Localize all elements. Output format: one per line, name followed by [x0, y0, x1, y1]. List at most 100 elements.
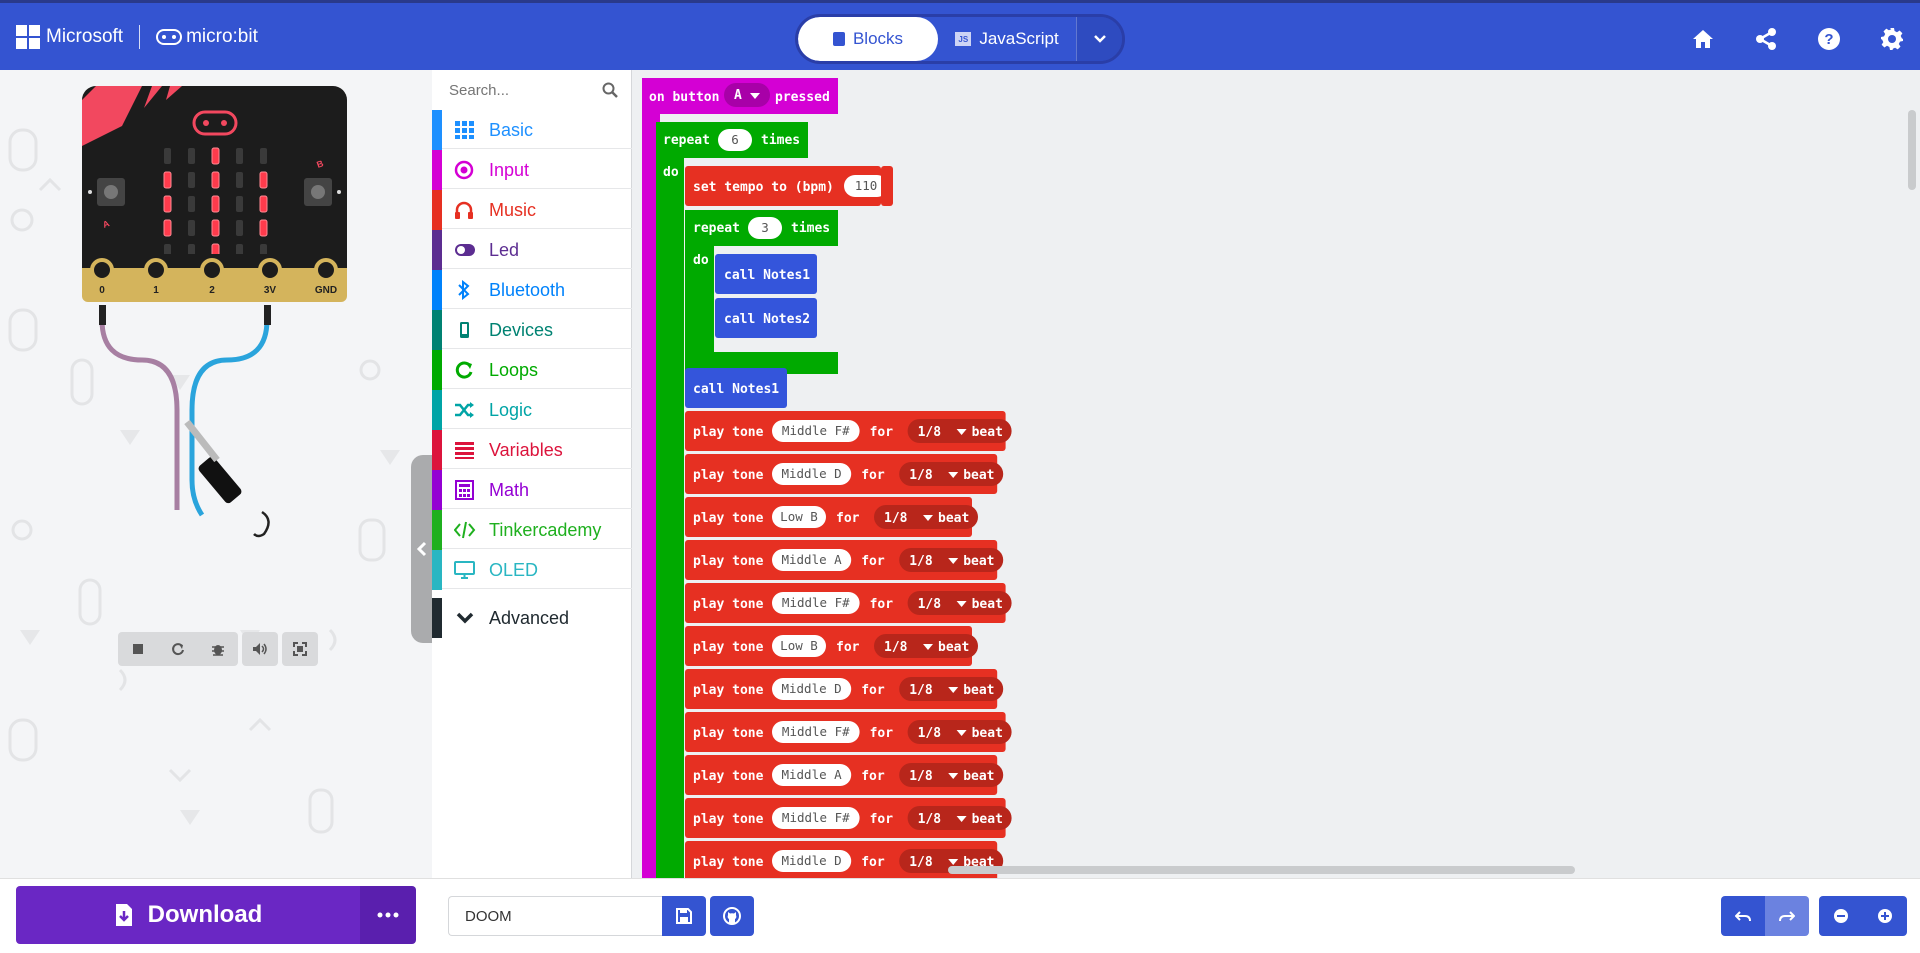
note-input[interactable]: Middle D [772, 463, 852, 485]
stop-button[interactable] [118, 632, 158, 666]
category-tinkercademy[interactable]: Tinkercademy [432, 510, 632, 550]
play-tone-block[interactable]: play tone Middle F# for 1/8 beat [685, 583, 1012, 623]
note-input[interactable]: Middle D [772, 678, 852, 700]
beat-value: 1/8 [909, 769, 933, 784]
category-label: Bluetooth [489, 280, 566, 300]
category-advanced[interactable]: Advanced [432, 598, 632, 638]
blocks-tab[interactable]: Blocks [798, 17, 938, 61]
beat-dropdown[interactable]: 1/8 beat [899, 548, 1004, 572]
search-input[interactable] [449, 81, 599, 99]
led-pixel [236, 220, 243, 236]
beat-dropdown[interactable]: 1/8 beat [907, 806, 1012, 830]
category-music[interactable]: Music [432, 190, 632, 230]
button-dropdown-bg [724, 83, 770, 107]
note-input[interactable]: Middle F# [772, 420, 860, 442]
blocks-workspace[interactable]: on button Apressed repeat 6 times do set tempo… [632, 70, 1920, 878]
brand[interactable]: Microsoft micro:bit [16, 25, 258, 49]
category-bluetooth[interactable]: Bluetooth [432, 270, 632, 310]
beat-dropdown[interactable]: 1/8 beat [907, 419, 1012, 443]
set-tempo-block[interactable]: set tempo to (bpm) 110 [685, 166, 893, 206]
settings-button[interactable] [1878, 25, 1906, 53]
beat-dropdown[interactable]: 1/8 beat [907, 720, 1012, 744]
debug-button[interactable] [198, 632, 238, 666]
chevron-down-icon [456, 612, 474, 624]
category-label: Tinkercademy [489, 520, 602, 540]
category-led[interactable]: Led [432, 230, 632, 270]
repeat-inner-times-text: times [791, 221, 830, 236]
category-stripe [432, 350, 442, 390]
category-oled[interactable]: OLED [432, 550, 632, 590]
note-input-text: Low B [780, 509, 818, 524]
download-button[interactable]: Download [16, 886, 360, 944]
home-button[interactable] [1689, 25, 1717, 53]
download-more-button[interactable] [360, 886, 416, 944]
play-tone-block[interactable]: play tone Middle A for 1/8 beat [685, 755, 1004, 795]
category-math[interactable]: Math [432, 470, 632, 510]
play-tone-block[interactable]: play tone Middle F# for 1/8 beat [685, 712, 1012, 752]
call-function-block[interactable]: call Notes1 [715, 254, 817, 294]
language-dropdown-button[interactable] [1076, 17, 1122, 61]
note-input[interactable]: Middle D [772, 850, 852, 872]
note-input[interactable]: Middle F# [772, 592, 860, 614]
note-input[interactable]: Low B [772, 635, 826, 657]
button-dropdown[interactable]: A [724, 83, 770, 107]
note-input[interactable]: Middle A [772, 764, 852, 786]
github-button[interactable] [710, 896, 754, 936]
beat-dropdown[interactable]: 1/8 beat [899, 763, 1004, 787]
share-button[interactable] [1752, 25, 1780, 53]
category-variables[interactable]: Variables [432, 430, 632, 470]
category-basic[interactable]: Basic [432, 110, 632, 150]
play-tone-block[interactable]: play tone Low B for 1/8 beat [685, 626, 978, 666]
category-devices[interactable]: Devices [432, 310, 632, 350]
note-input[interactable]: Middle F# [772, 807, 860, 829]
play-tone-block[interactable]: play tone Middle F# for 1/8 beat [685, 411, 1012, 451]
beat-dropdown[interactable]: 1/8 beat [874, 634, 978, 658]
led-pixel [188, 220, 195, 236]
call-notes1-block[interactable]: call Notes1 [685, 368, 787, 408]
help-button[interactable]: ? [1815, 25, 1843, 53]
redo-button[interactable] [1765, 896, 1809, 936]
zoom-out-button[interactable] [1819, 896, 1863, 936]
play-tone-block[interactable]: play tone Low B for 1/8 beat [685, 497, 978, 537]
bug-icon [212, 645, 224, 656]
collapse-simulator-button[interactable] [411, 455, 433, 643]
repeat-count-input[interactable]: 6 [718, 129, 752, 151]
pin-gnd[interactable]: GND [314, 258, 338, 296]
grid-icon [455, 121, 474, 139]
play-tone-block[interactable]: play tone Middle D for 1/8 beat [685, 669, 1004, 709]
search-icon[interactable] [602, 82, 618, 98]
category-loops[interactable]: Loops [432, 350, 632, 390]
play-tone-block[interactable]: play tone Middle F# for 1/8 beat [685, 798, 1012, 838]
undo-button[interactable] [1721, 896, 1765, 936]
project-name-input[interactable]: DOOM [448, 896, 662, 936]
block-canvas[interactable]: on button Apressed repeat 6 times do set tempo… [632, 70, 1920, 878]
repeat-inner-count-input[interactable]: 3 [748, 217, 782, 239]
horizontal-scrollbar[interactable] [948, 866, 1575, 874]
led-pixel [259, 219, 268, 237]
save-button[interactable] [662, 896, 706, 936]
category-input[interactable]: Input [432, 150, 632, 190]
category-label: Basic [489, 120, 534, 140]
fullscreen-button[interactable] [282, 632, 318, 666]
note-input[interactable]: Low B [772, 506, 826, 528]
zoom-in-button[interactable] [1863, 896, 1907, 936]
beat-dropdown[interactable]: 1/8 beat [907, 591, 1012, 615]
beat-dropdown[interactable]: 1/8 beat [874, 505, 978, 529]
play-tone-block[interactable]: play tone Middle A for 1/8 beat [685, 540, 1004, 580]
microbit-board[interactable]: A B 0 1 2 3V GND [82, 86, 347, 302]
category-logic[interactable]: Logic [432, 390, 632, 430]
call-function-block[interactable]: call Notes2 [715, 298, 817, 338]
headphones-icon [455, 201, 473, 219]
note-input[interactable]: Middle A [772, 549, 852, 571]
restart-button[interactable] [158, 632, 198, 666]
beat-dropdown[interactable]: 1/8 beat [899, 462, 1004, 486]
pin-label: 2 [209, 285, 215, 296]
for-text: for [870, 726, 894, 741]
vertical-scrollbar[interactable] [1908, 110, 1916, 190]
javascript-tab[interactable]: JS JavaScript [938, 17, 1076, 61]
beat-dropdown[interactable]: 1/8 beat [899, 677, 1004, 701]
note-input[interactable]: Middle F# [772, 721, 860, 743]
refresh-icon [172, 643, 184, 656]
mute-button[interactable] [242, 632, 278, 666]
play-tone-block[interactable]: play tone Middle D for 1/8 beat [685, 454, 1004, 494]
